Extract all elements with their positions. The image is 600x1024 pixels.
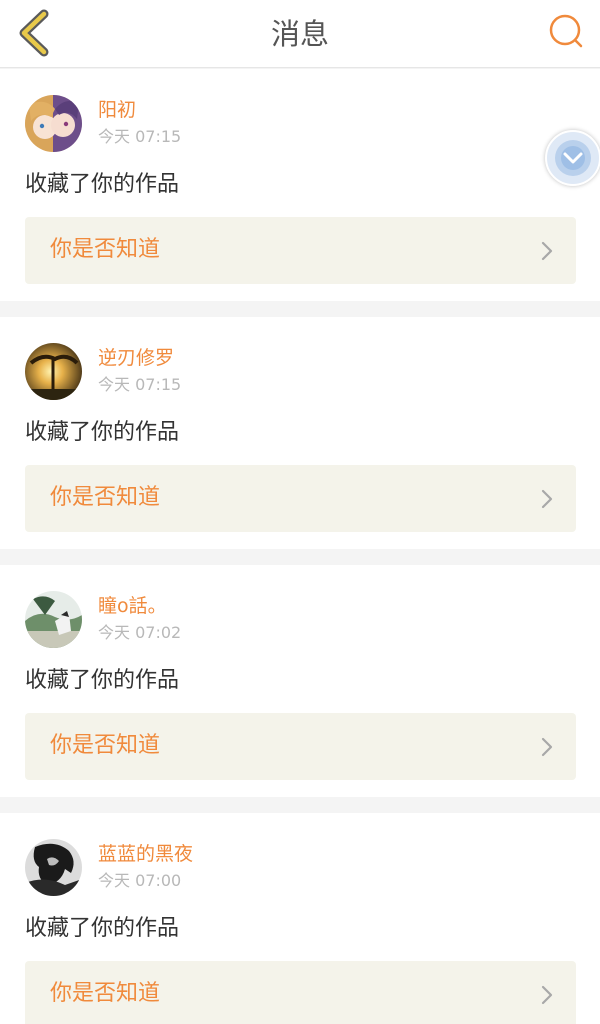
user-avatar[interactable]: [25, 343, 82, 400]
timestamp: 今天 07:00: [98, 871, 182, 890]
work-title: 你是否知道: [50, 485, 161, 510]
timestamp: 今天 07:02: [98, 623, 182, 642]
floating-assist-icon: [555, 140, 591, 176]
chevron-right-icon: [540, 737, 554, 757]
silhouette-avatar: [25, 839, 82, 896]
work-link[interactable]: 你是否知道: [25, 961, 576, 1024]
chevron-right-icon: [540, 241, 554, 261]
work-title: 你是否知道: [50, 237, 161, 262]
work-link[interactable]: 你是否知道: [25, 465, 576, 532]
user-avatar[interactable]: [25, 839, 82, 896]
action-text: 收藏了你的作品: [25, 916, 180, 941]
user-avatar[interactable]: [25, 591, 82, 648]
username[interactable]: 瞳o話。: [98, 593, 167, 619]
work-title: 你是否知道: [50, 981, 161, 1006]
anime-girls-avatar: [25, 95, 82, 152]
chat-bubble-icon: [549, 14, 583, 48]
username[interactable]: 蓝蓝的黑夜: [98, 841, 193, 867]
user-avatar[interactable]: [25, 95, 82, 152]
work-link[interactable]: 你是否知道: [25, 217, 576, 284]
page-title: 消息: [270, 17, 329, 51]
chevron-right-icon: [540, 489, 554, 509]
floating-assist-button[interactable]: [545, 130, 600, 186]
message-item[interactable]: 阳初 今天 07:15 收藏了你的作品 你是否知道: [0, 69, 600, 301]
message-item[interactable]: 瞳o話。 今天 07:02 收藏了你的作品 你是否知道: [0, 565, 600, 797]
work-link[interactable]: 你是否知道: [25, 713, 576, 780]
username[interactable]: 阳初: [98, 97, 136, 123]
sunset-tree-avatar: [25, 343, 82, 400]
action-text: 收藏了你的作品: [25, 668, 180, 693]
timestamp: 今天 07:15: [98, 127, 182, 146]
action-text: 收藏了你的作品: [25, 420, 180, 445]
timestamp: 今天 07:15: [98, 375, 182, 394]
message-item[interactable]: 蓝蓝的黑夜 今天 07:00 收藏了你的作品 你是否知道: [0, 813, 600, 1024]
work-title: 你是否知道: [50, 733, 161, 758]
message-item[interactable]: 逆刃修罗 今天 07:15 收藏了你的作品 你是否知道: [0, 317, 600, 549]
header-bar: 消息: [0, 0, 600, 68]
landscape-avatar: [25, 591, 82, 648]
chat-button[interactable]: [546, 12, 586, 52]
chevron-right-icon: [540, 985, 554, 1005]
username[interactable]: 逆刃修罗: [98, 345, 174, 371]
messages-screen: 消息 阳初 今天 07:15 收藏了你的作品 你是否知道 逆刃修罗 今天 07:…: [0, 0, 600, 1024]
action-text: 收藏了你的作品: [25, 172, 180, 197]
